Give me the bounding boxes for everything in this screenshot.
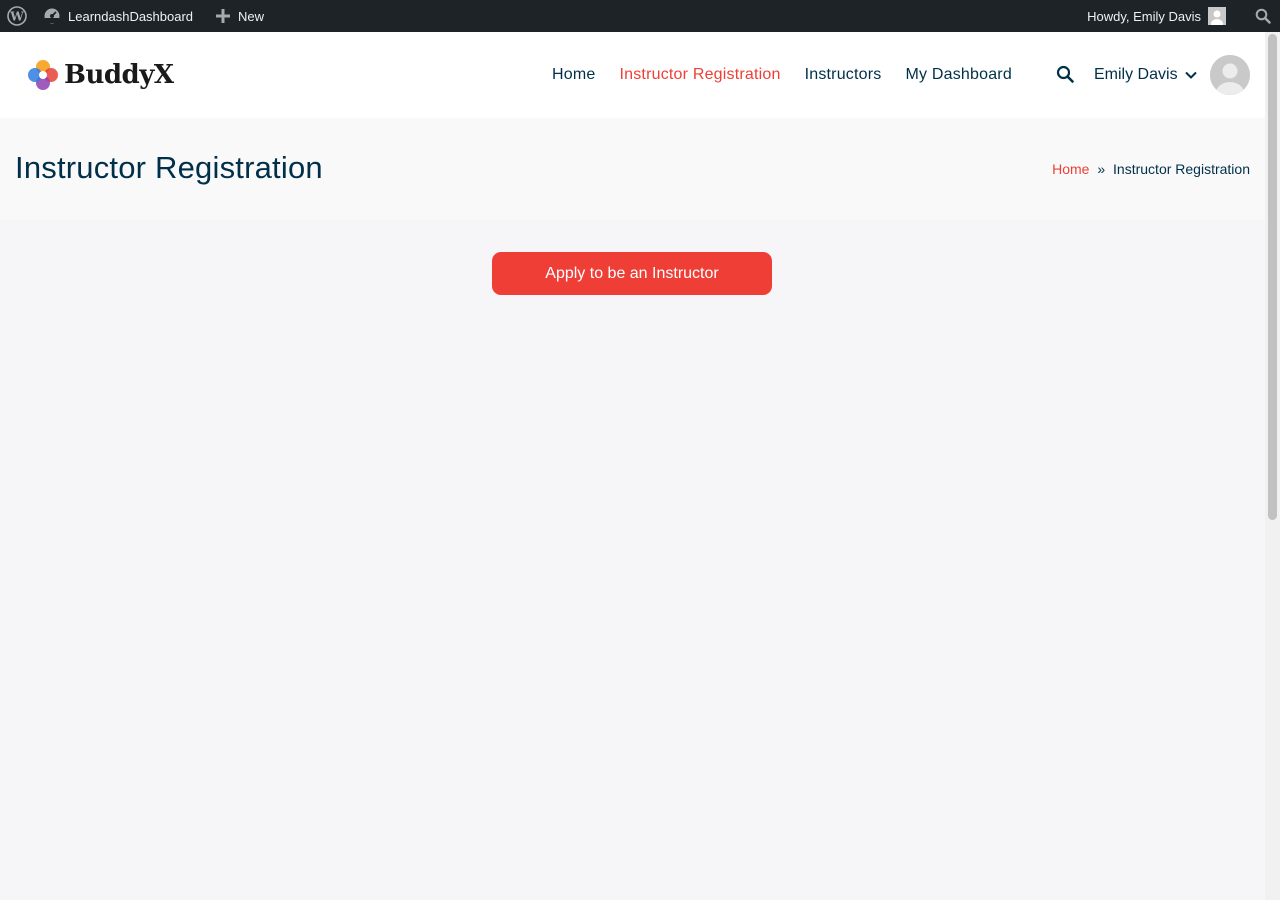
breadcrumb-current: Instructor Registration	[1113, 161, 1250, 177]
breadcrumb-separator: »	[1097, 161, 1106, 177]
chevron-down-icon	[1184, 71, 1197, 79]
site-name-label: LearndashDashboard	[68, 8, 194, 24]
apply-instructor-button[interactable]: Apply to be an Instructor	[492, 252, 772, 295]
search-icon	[1056, 65, 1074, 83]
admin-avatar	[1208, 7, 1226, 25]
user-name: Emily Davis	[1094, 66, 1178, 83]
howdy-label: Howdy, Emily Davis	[1087, 8, 1201, 24]
search-icon	[1255, 8, 1271, 24]
breadcrumb-home-link[interactable]: Home	[1052, 161, 1089, 177]
site-name-menu[interactable]: LearndashDashboard	[43, 0, 193, 32]
dashboard-gauge-icon	[44, 8, 60, 24]
new-label: New	[238, 8, 265, 24]
nav-item-instructor-registration[interactable]: Instructor Registration	[619, 66, 780, 84]
nav-item-instructors[interactable]: Instructors	[805, 66, 882, 84]
page-title-band: Instructor Registration Home » Instructo…	[0, 118, 1265, 220]
page-scrollbar[interactable]	[1265, 32, 1280, 900]
user-menu-toggle[interactable]: Emily Davis	[1094, 64, 1198, 86]
wordpress-menu[interactable]: W	[7, 0, 27, 32]
nav-item-home[interactable]: Home	[552, 66, 595, 84]
admin-bar: W LearndashDashboard New Howdy, Emily Da…	[0, 0, 1280, 32]
scrollbar-thumb[interactable]	[1268, 34, 1277, 520]
buddyx-logo-mark-icon	[28, 60, 58, 90]
header-search-button[interactable]	[1056, 65, 1074, 83]
page-title: Instructor Registration	[15, 150, 323, 185]
user-silhouette-icon	[1210, 55, 1250, 95]
logo-text: BuddyX	[64, 60, 174, 90]
plus-icon	[216, 9, 230, 23]
admin-search-button[interactable]	[1255, 0, 1271, 32]
main-navigation: Home Instructor Registration Instructors…	[552, 32, 1036, 118]
new-content-menu[interactable]: New	[215, 0, 264, 32]
svg-text:W: W	[9, 10, 24, 24]
wordpress-logo-icon: W	[7, 6, 27, 26]
user-avatar[interactable]	[1210, 55, 1250, 95]
nav-item-my-dashboard[interactable]: My Dashboard	[905, 66, 1011, 84]
site-logo[interactable]: BuddyX	[26, 58, 174, 92]
site-header: BuddyX Home Instructor Registration Inst…	[0, 32, 1265, 118]
my-account-menu[interactable]: Howdy, Emily Davis	[1087, 0, 1226, 32]
user-silhouette-icon	[1208, 7, 1226, 25]
breadcrumb: Home » Instructor Registration	[1052, 161, 1250, 177]
